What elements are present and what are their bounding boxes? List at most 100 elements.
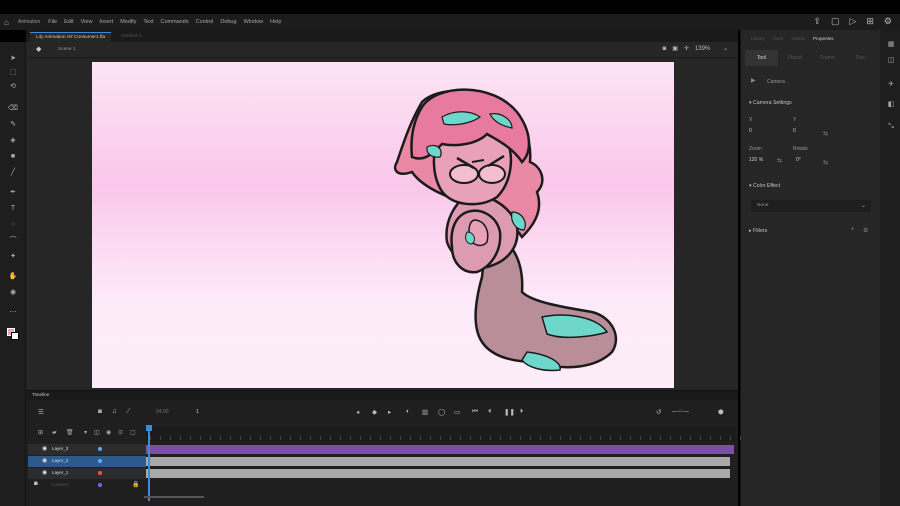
step-forward-icon[interactable]: ⏵ — [520, 408, 523, 416]
fit-timeline-icon[interactable]: ⬢ — [718, 408, 724, 416]
eyedropper-tool-icon[interactable]: ⌒ — [8, 236, 18, 246]
layer-row-3[interactable]: ◉ Layer_3 — [26, 444, 738, 455]
edit-multiple-icon[interactable]: ▥ — [422, 408, 428, 416]
layer-visibility-icon[interactable]: ◉ — [42, 457, 47, 464]
layer-name-cell[interactable]: ◉ Layer_2 — [28, 456, 146, 467]
fill-color-swatch[interactable] — [11, 332, 19, 340]
document-tab-inactive[interactable]: Untitled-1 — [115, 32, 148, 42]
tab-color[interactable]: Color — [773, 36, 784, 46]
zoom-value[interactable]: 120 % — [749, 157, 763, 163]
lock-icon[interactable]: 🔒 — [132, 481, 139, 488]
highlight-layers-icon[interactable]: ◫ — [94, 429, 100, 436]
eraser-tool-icon[interactable]: ⌫ — [8, 104, 18, 114]
menu-view[interactable]: View — [81, 19, 93, 25]
loop-icon[interactable]: ◯ — [438, 408, 445, 416]
chevron-down-icon[interactable]: ⌄ — [723, 45, 728, 52]
layer-frames[interactable] — [146, 445, 734, 454]
camera-tool-icon[interactable]: ◙ — [663, 46, 667, 52]
timeline-scrollbar[interactable] — [144, 496, 204, 498]
layer-visibility-icon[interactable]: ◉ — [42, 445, 47, 452]
layer-name-cell[interactable]: ◉ Layer_1 — [28, 468, 146, 479]
menu-file[interactable]: File — [48, 19, 57, 25]
test-movie-icon[interactable]: ▷ — [849, 16, 856, 27]
menu-insert[interactable]: Insert — [99, 19, 113, 25]
filter-settings-icon[interactable]: ⚙ — [863, 227, 868, 234]
menu-modify[interactable]: Modify — [120, 19, 136, 25]
layer-frames[interactable] — [146, 469, 730, 478]
outline-icon[interactable]: ▢ — [130, 429, 136, 436]
zoom-slider[interactable]: —○— — [672, 408, 689, 415]
tab-properties[interactable]: Properties — [813, 36, 834, 46]
transform-icon[interactable]: ⤡ — [886, 122, 896, 132]
graph-icon[interactable]: ⟋ — [126, 408, 131, 416]
audio-icon[interactable]: ♫ — [112, 408, 117, 415]
next-keyframe-icon[interactable]: ▸ — [388, 408, 391, 416]
tab-library[interactable]: Library — [751, 36, 765, 46]
center-stage-icon[interactable]: ✛ — [684, 45, 689, 52]
bone-tool-icon[interactable]: ✦ — [8, 252, 18, 262]
layer-color-dot[interactable] — [98, 447, 102, 451]
text-tool-icon[interactable]: T — [8, 204, 18, 214]
prev-keyframe-icon[interactable]: ◂ — [356, 408, 359, 416]
new-folder-icon[interactable]: ▰ — [52, 429, 57, 436]
brush-tool-icon[interactable]: ✎ — [8, 120, 18, 130]
color-effect-dropdown[interactable]: None ⌄ — [751, 200, 871, 212]
camera-toggle-icon[interactable]: ◙ — [98, 408, 102, 415]
current-frame-field[interactable]: 1 — [196, 409, 199, 415]
publish-icon[interactable]: ▢ — [831, 16, 840, 27]
pos-y-value[interactable]: 0 — [793, 128, 796, 134]
layer-row-1[interactable]: ◉ Layer_1 — [26, 468, 738, 479]
layer-color-dot[interactable] — [98, 483, 102, 487]
layer-name-cell[interactable]: ◉ Layer_3 — [28, 444, 146, 455]
menu-window[interactable]: Window — [244, 19, 264, 25]
layer-frames[interactable] — [146, 457, 730, 466]
menu-control[interactable]: Control — [196, 19, 214, 25]
home-icon[interactable]: ⌂ — [4, 18, 13, 27]
camera-layer-icon[interactable]: ◙ — [34, 481, 38, 487]
step-back-icon[interactable]: ⏴ — [488, 408, 491, 416]
delete-layer-icon[interactable]: 🗑 — [66, 429, 74, 436]
layer-row-2[interactable]: ◉ Layer_2 — [26, 456, 738, 467]
menu-help[interactable]: Help — [270, 19, 281, 25]
subtab-tool[interactable]: Tool — [745, 50, 778, 66]
tab-assets[interactable]: Assets — [792, 36, 806, 46]
new-layer-icon[interactable]: ⊞ — [38, 429, 43, 436]
free-transform-icon[interactable]: ⟲ — [8, 82, 18, 92]
add-filter-icon[interactable]: + — [851, 227, 855, 233]
rectangle-tool-icon[interactable]: ■ — [8, 152, 18, 162]
lock-all-icon[interactable]: ⊙ — [118, 429, 123, 436]
reset-position-icon[interactable]: ⇆ — [823, 130, 828, 137]
layer-name-cell[interactable]: ◙ Camera 🔒 — [28, 480, 146, 491]
motion-editor-icon[interactable]: ✈ — [886, 80, 896, 90]
subselection-tool-icon[interactable]: ⬚ — [8, 68, 18, 78]
document-tab-active[interactable]: Lily Animation ref Consumer1.fla — [30, 32, 112, 42]
paint-bucket-icon[interactable]: ◈ — [8, 136, 18, 146]
color-effect-header[interactable]: ▾ Color Effect — [749, 183, 780, 189]
tween-icon[interactable]: ▭ — [454, 408, 460, 416]
subtab-frame[interactable]: Frame — [811, 50, 844, 66]
filters-header[interactable]: ▸ Filters — [749, 228, 767, 234]
pos-x-value[interactable]: 0 — [749, 128, 752, 134]
scene-selector[interactable]: Scene 1 — [58, 47, 76, 52]
lasso-tool-icon[interactable]: ◌ — [8, 220, 18, 230]
reset-rotate-icon[interactable]: ⇆ — [823, 159, 828, 166]
menu-edit[interactable]: Edit — [64, 19, 73, 25]
menu-commands[interactable]: Commands — [160, 19, 188, 25]
camera-icon[interactable]: ◉ — [8, 288, 18, 298]
zoom-dropdown[interactable]: 139% — [695, 46, 717, 52]
settings-gear-icon[interactable]: ⚙ — [884, 16, 892, 27]
onion-skin-icon[interactable]: ◐ — [406, 408, 410, 415]
line-tool-icon[interactable]: ╱ — [8, 168, 18, 178]
loop-playback-icon[interactable]: ↺ — [656, 408, 661, 416]
subtab-doc[interactable]: Doc — [844, 50, 877, 66]
play-icon[interactable]: ❚❚ — [504, 408, 515, 416]
show-all-icon[interactable]: ◉ — [106, 429, 111, 436]
rotate-value[interactable]: 0° — [796, 157, 801, 163]
share-icon[interactable]: ⇪ — [813, 16, 821, 27]
clip-canvas-icon[interactable]: ▣ — [672, 45, 678, 52]
layer-row-camera[interactable]: ◙ Camera 🔒 — [26, 480, 738, 491]
insert-keyframe-icon[interactable]: ◆ — [372, 408, 377, 416]
layer-color-dot[interactable] — [98, 471, 102, 475]
swatches-icon[interactable]: ◫ — [886, 56, 896, 66]
align-icon[interactable]: ◧ — [886, 100, 896, 110]
